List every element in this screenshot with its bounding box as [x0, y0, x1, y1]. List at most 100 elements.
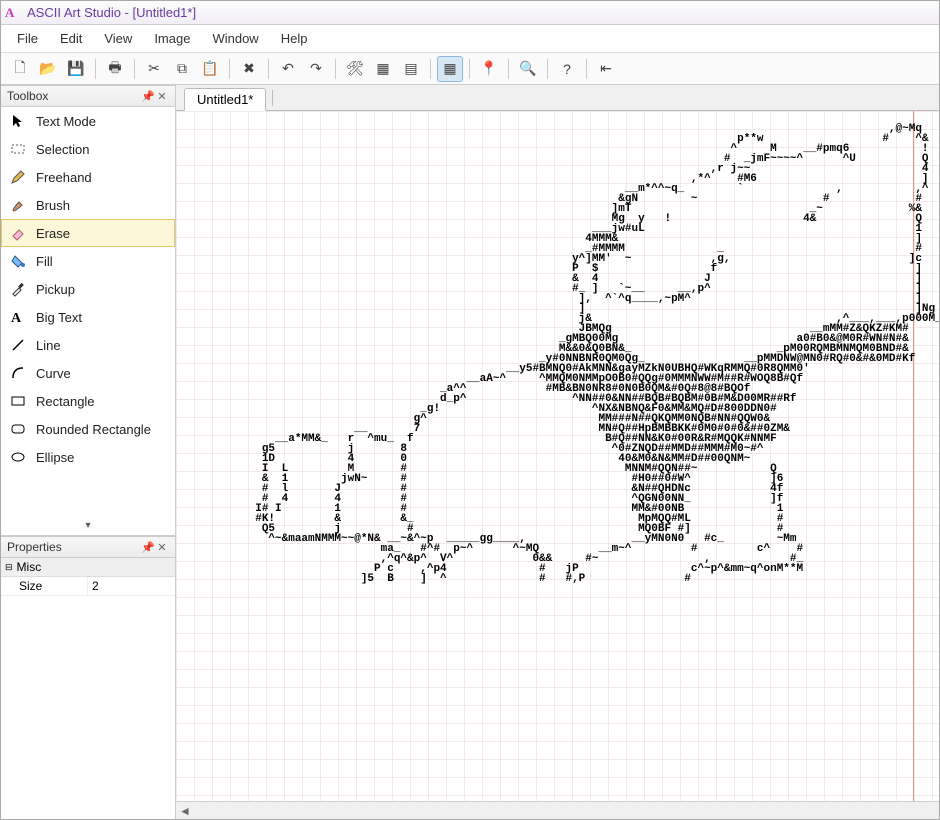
redo-icon[interactable]: ↷ [303, 56, 329, 82]
toolbar-separator [586, 59, 587, 79]
toolbox-item-label: Ellipse [36, 450, 74, 465]
line-tool[interactable]: Line [1, 331, 175, 359]
toolbar-separator [268, 59, 269, 79]
toolbar-separator [134, 59, 135, 79]
grid-icon[interactable]: ▦ [437, 56, 463, 82]
svg-text:A: A [11, 311, 22, 325]
toolbox-item-label: Big Text [36, 310, 82, 325]
menu-help[interactable]: Help [271, 27, 318, 50]
curve-icon [10, 365, 26, 381]
pin-icon[interactable]: 📌 [141, 541, 155, 554]
properties-grid: ⊟ Misc Size2 [1, 558, 175, 819]
curve-tool[interactable]: Curve [1, 359, 175, 387]
rectangle-tool[interactable]: Rectangle [1, 387, 175, 415]
toolbox-item-label: Brush [36, 198, 70, 213]
toolbar-separator [547, 59, 548, 79]
collapse-icon[interactable]: ⊟ [5, 562, 13, 573]
toolbox-list: Text Mode Selection Freehand Brush Erase Fill… [1, 107, 175, 516]
pencil-icon [10, 169, 26, 185]
menu-file[interactable]: File [7, 27, 48, 50]
cut-icon[interactable]: ✂ [141, 56, 167, 82]
toolbar-separator [469, 59, 470, 79]
ellipse-tool[interactable]: Ellipse [1, 443, 175, 471]
menu-window[interactable]: Window [202, 27, 268, 50]
ellipse-icon [10, 449, 26, 465]
layers-icon[interactable]: ▦ [370, 56, 396, 82]
document-tab-label: Untitled1* [197, 92, 253, 107]
cursor-icon [10, 113, 26, 129]
toolbox-item-label: Selection [36, 142, 89, 157]
rounded-rectangle-tool[interactable]: Rounded Rectangle [1, 415, 175, 443]
fill-tool[interactable]: Fill [1, 247, 175, 275]
brush-tool[interactable]: Brush [1, 191, 175, 219]
toolbox-item-label: Curve [36, 366, 71, 381]
close-icon[interactable]: ✕ [155, 90, 169, 103]
big-text-icon: A [10, 309, 26, 325]
toolbox-item-label: Line [36, 338, 61, 353]
toolbox-item-label: Rectangle [36, 394, 95, 409]
zoom-icon[interactable]: 🔍 [515, 56, 541, 82]
property-value[interactable]: 2 [87, 577, 175, 595]
properties-title: Properties [7, 540, 62, 554]
ascii-content: ,@~Mq p**w # ^& [176, 122, 939, 584]
toolbox-item-label: Erase [36, 226, 70, 241]
document-tabs: Untitled1* [176, 85, 939, 111]
property-name: Size [1, 577, 87, 595]
delete-icon[interactable]: ✖ [236, 56, 262, 82]
property-row[interactable]: Size2 [1, 577, 175, 596]
horizontal-scrollbar[interactable]: ◄ [176, 801, 939, 819]
titlebar: A ASCII Art Studio - [Untitled1*] [1, 1, 939, 25]
close-icon[interactable]: ✕ [155, 541, 169, 554]
toolbox-more-icon[interactable]: ▾ [1, 516, 175, 535]
main-toolbar: 🗋📂💾🖶✂⧉📋✖↶↷🛠▦▤▦📍🔍?⇤ [1, 53, 939, 85]
toolbar-separator [508, 59, 509, 79]
menu-view[interactable]: View [94, 27, 142, 50]
new-icon[interactable]: 🗋 [7, 56, 33, 82]
exit-icon[interactable]: ⇤ [593, 56, 619, 82]
properties-header: Properties 📌 ✕ [1, 536, 175, 558]
brush-icon [10, 197, 26, 213]
open-icon[interactable]: 📂 [35, 56, 61, 82]
save-icon[interactable]: 💾 [63, 56, 89, 82]
window-title: ASCII Art Studio - [Untitled1*] [27, 5, 196, 20]
toolbox-title: Toolbox [7, 89, 48, 103]
pin-icon[interactable]: 📌 [141, 90, 155, 103]
options-icon[interactable]: ▤ [398, 56, 424, 82]
selection-tool[interactable]: Selection [1, 135, 175, 163]
toolbox-header: Toolbox 📌 ✕ [1, 85, 175, 107]
menubar: FileEditViewImageWindowHelp [1, 25, 939, 53]
help-icon[interactable]: ? [554, 56, 580, 82]
toolbox-item-label: Freehand [36, 170, 92, 185]
big-text-tool[interactable]: A Big Text [1, 303, 175, 331]
document-tab[interactable]: Untitled1* [184, 88, 266, 111]
fill-icon [10, 253, 26, 269]
properties-section[interactable]: ⊟ Misc [1, 558, 175, 577]
tab-caret [272, 90, 273, 106]
menu-edit[interactable]: Edit [50, 27, 92, 50]
rounded-rectangle-icon [10, 421, 26, 437]
print-icon[interactable]: 🖶 [102, 56, 128, 82]
pin-icon[interactable]: 📍 [476, 56, 502, 82]
selection-icon [10, 141, 26, 157]
scroll-left-icon[interactable]: ◄ [176, 804, 194, 818]
toolbar-separator [95, 59, 96, 79]
toolbox-item-label: Fill [36, 254, 53, 269]
copy-icon[interactable]: ⧉ [169, 56, 195, 82]
toolbox-item-label: Pickup [36, 282, 75, 297]
erase-tool[interactable]: Erase [1, 219, 175, 247]
freehand-tool[interactable]: Freehand [1, 163, 175, 191]
toolbox-item-label: Rounded Rectangle [36, 422, 151, 437]
toolbox-item-label: Text Mode [36, 114, 96, 129]
paste-icon[interactable]: 📋 [197, 56, 223, 82]
eraser-icon [10, 225, 26, 241]
pickup-tool[interactable]: Pickup [1, 275, 175, 303]
app-logo-icon: A [5, 5, 21, 21]
menu-image[interactable]: Image [144, 27, 200, 50]
tools-icon[interactable]: 🛠 [342, 56, 368, 82]
line-icon [10, 337, 26, 353]
undo-icon[interactable]: ↶ [275, 56, 301, 82]
rectangle-icon [10, 393, 26, 409]
eyedropper-icon [10, 281, 26, 297]
text-mode-tool[interactable]: Text Mode [1, 107, 175, 135]
canvas[interactable]: ,@~Mq p**w # ^& [176, 111, 939, 819]
